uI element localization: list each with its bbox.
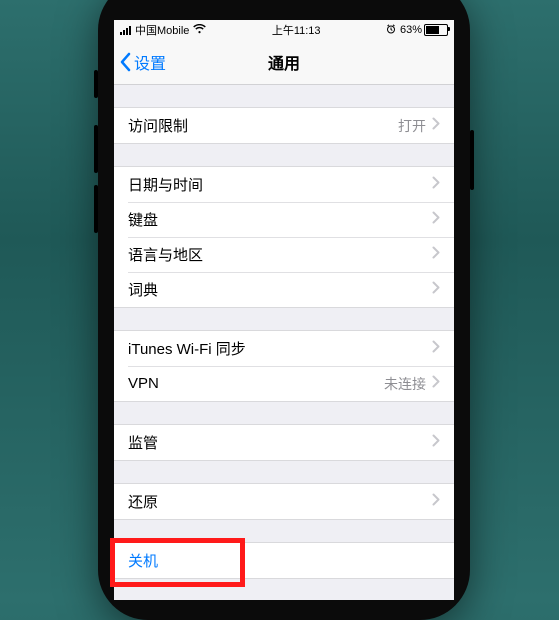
row-label: 监管 xyxy=(128,432,432,453)
row-label: 日期与时间 xyxy=(128,174,432,195)
chevron-right-icon xyxy=(432,246,440,263)
back-button[interactable]: 设置 xyxy=(114,50,166,74)
screen: 中国Mobile 上午11:13 63% 设置 xyxy=(114,20,454,600)
settings-group: 日期与时间键盘语言与地区词典 xyxy=(114,166,454,308)
power-button xyxy=(470,130,474,190)
battery-icon xyxy=(424,24,448,36)
settings-group: 还原 xyxy=(114,483,454,520)
status-bar: 中国Mobile 上午11:13 63% xyxy=(114,20,454,40)
row-label: 词典 xyxy=(128,279,432,300)
chevron-right-icon xyxy=(432,176,440,193)
settings-group: iTunes Wi-Fi 同步 VPN未连接 xyxy=(114,330,454,402)
row-label: iTunes Wi-Fi 同步 xyxy=(128,338,432,359)
chevron-right-icon xyxy=(432,375,440,392)
wifi-icon xyxy=(193,23,206,37)
row-label: 还原 xyxy=(128,491,432,512)
chevron-right-icon xyxy=(432,281,440,298)
battery-pct: 63% xyxy=(400,24,422,36)
settings-group: 监管 xyxy=(114,424,454,461)
row-label: 语言与地区 xyxy=(128,244,432,265)
nav-bar: 设置 通用 xyxy=(114,40,454,85)
row-label: VPN xyxy=(128,375,384,392)
row-label: 键盘 xyxy=(128,209,432,230)
settings-group: 关机 xyxy=(114,542,454,579)
settings-row[interactable]: 监管 xyxy=(114,425,454,460)
settings-row[interactable]: 日期与时间 xyxy=(114,167,454,202)
signal-icon xyxy=(120,26,131,35)
row-detail: 未连接 xyxy=(384,374,426,394)
chevron-right-icon xyxy=(432,493,440,510)
settings-row[interactable]: VPN未连接 xyxy=(114,366,454,401)
settings-row[interactable]: 还原 xyxy=(114,484,454,519)
row-label: 关机 xyxy=(128,550,440,571)
volume-up xyxy=(94,125,98,173)
settings-row[interactable]: 语言与地区 xyxy=(114,237,454,272)
mute-switch xyxy=(94,70,98,98)
chevron-right-icon xyxy=(432,434,440,451)
volume-down xyxy=(94,185,98,233)
battery-indicator: 63% xyxy=(400,24,448,36)
settings-group: 访问限制打开 xyxy=(114,107,454,144)
chevron-left-icon xyxy=(118,52,132,72)
settings-row[interactable]: 访问限制打开 xyxy=(114,108,454,143)
carrier-label: 中国Mobile xyxy=(135,22,189,38)
row-label: 访问限制 xyxy=(128,115,398,136)
settings-row[interactable]: 词典 xyxy=(114,272,454,307)
settings-row[interactable]: 关机 xyxy=(114,543,454,578)
settings-row[interactable]: iTunes Wi-Fi 同步 xyxy=(114,331,454,366)
chevron-right-icon xyxy=(432,117,440,134)
back-label: 设置 xyxy=(134,50,166,74)
row-detail: 打开 xyxy=(398,116,426,136)
settings-list: 访问限制打开日期与时间键盘语言与地区词典 iTunes Wi-Fi 同步 VPN未连… xyxy=(114,85,454,579)
chevron-right-icon xyxy=(432,340,440,357)
alarm-icon xyxy=(386,24,396,37)
phone-frame: 中国Mobile 上午11:13 63% 设置 xyxy=(98,0,470,620)
status-time: 上午11:13 xyxy=(272,22,321,38)
settings-row[interactable]: 键盘 xyxy=(114,202,454,237)
chevron-right-icon xyxy=(432,211,440,228)
